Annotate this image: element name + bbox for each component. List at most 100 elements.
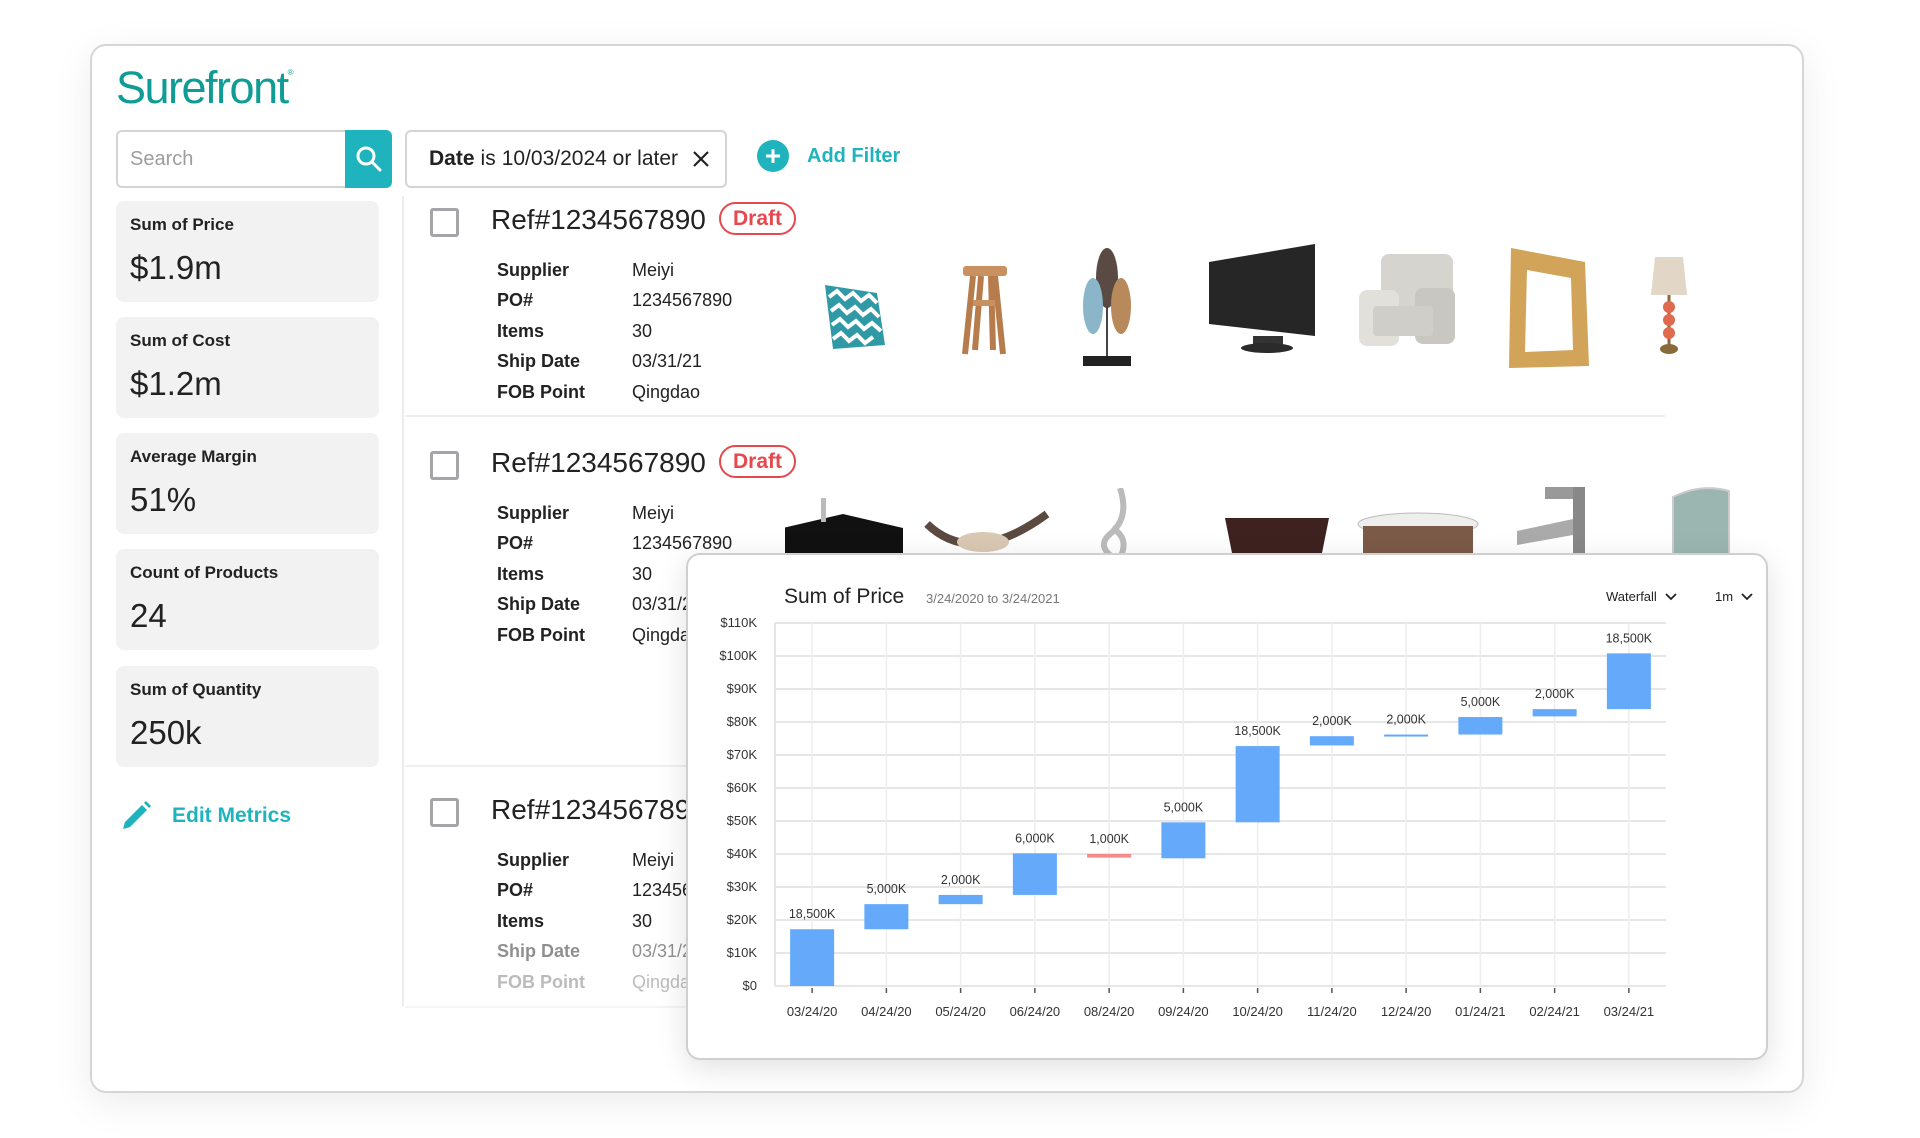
y-tick-label: $50K: [727, 813, 758, 828]
field-label: FOB Point: [497, 971, 585, 992]
x-tick-label: 08/24/20: [1084, 1004, 1135, 1019]
x-tick-label: 06/24/20: [1010, 1004, 1061, 1019]
add-filter-label: Add Filter: [807, 144, 901, 167]
metric-card-sum-of-cost: Sum of Cost $1.2m: [116, 317, 379, 418]
x-tick-label: 03/24/20: [787, 1004, 838, 1019]
waterfall-bar: [938, 894, 983, 905]
bar-value-label: 2,000K: [1386, 713, 1426, 727]
metric-label: Sum of Cost: [130, 331, 231, 350]
sum-of-price-chart-panel: Sum of Price 3/24/2020 to 3/24/2021 Wate…: [686, 553, 1768, 1060]
filter-field: Date: [429, 147, 475, 170]
bar-value-label: 2,000K: [1312, 714, 1352, 728]
y-tick-label: $40K: [727, 846, 758, 861]
field-label: FOB Point: [497, 624, 585, 645]
field-value: 30: [632, 910, 653, 931]
waterfall-bar: [864, 904, 909, 930]
waterfall-bar: [790, 929, 835, 986]
record-checkbox[interactable]: [430, 451, 459, 480]
x-tick-label: 04/24/20: [861, 1004, 912, 1019]
field-label: Supplier: [497, 259, 570, 280]
waterfall-bar: [1309, 736, 1354, 746]
silver-sculpture-image[interactable]: [1090, 488, 1140, 558]
y-tick-label: $20K: [727, 912, 758, 927]
faucet-image[interactable]: [1515, 483, 1599, 558]
field-label: PO#: [497, 533, 534, 554]
metric-value: $1.9m: [130, 249, 222, 286]
remove-filter-button[interactable]: [692, 150, 710, 168]
surefront-logo: Surefront®: [116, 62, 294, 113]
y-tick-label: $30K: [727, 879, 758, 894]
record-ref[interactable]: Ref#1234567890: [491, 204, 706, 236]
record-row[interactable]: Ref#1234567890 Draft Supplier Meiyi PO# 12…: [405, 200, 1765, 420]
product-thumbnails: [785, 240, 1745, 390]
x-tick-label: 02/24/21: [1529, 1004, 1580, 1019]
metric-label: Sum of Price: [130, 215, 234, 234]
edit-metrics-button[interactable]: Edit Metrics: [120, 800, 291, 832]
bar-value-label: 1,000K: [1089, 832, 1129, 846]
field-value: Meiyi: [632, 259, 675, 280]
add-filter-button[interactable]: Add Filter: [757, 140, 900, 172]
field-label: FOB Point: [497, 381, 585, 402]
waterfall-bar: [1532, 709, 1577, 717]
armchair-image[interactable]: [1355, 250, 1459, 350]
search-button[interactable]: [345, 130, 392, 188]
field-label: Items: [497, 563, 545, 584]
record-ref[interactable]: Ref#1234567890: [491, 447, 706, 479]
chevron-pillow-image[interactable]: [815, 275, 895, 355]
lounge-chair-image[interactable]: [923, 508, 1053, 558]
field-value: 30: [632, 563, 653, 584]
y-tick-label: $110K: [720, 615, 757, 630]
search-input[interactable]: [116, 130, 345, 188]
field-value: Qingdao: [632, 381, 701, 402]
field-label: Items: [497, 910, 545, 931]
bar-value-label: 2,000K: [1535, 687, 1575, 701]
shower-enclosure-image[interactable]: [1667, 483, 1735, 558]
black-sink-image[interactable]: [785, 498, 903, 558]
record-ref[interactable]: Ref#1234567890: [491, 794, 706, 826]
x-tick-label: 01/24/21: [1455, 1004, 1506, 1019]
wooden-stool-image[interactable]: [955, 260, 1015, 360]
waterfall-bar: [1458, 717, 1503, 735]
metric-card-count-of-products: Count of Products 24: [116, 549, 379, 650]
metric-value: 24: [130, 597, 167, 634]
metric-label: Average Margin: [130, 447, 257, 466]
x-tick-label: 11/24/20: [1307, 1004, 1357, 1019]
field-value: Meiyi: [632, 849, 675, 870]
bar-value-label: 18,500K: [1234, 724, 1281, 738]
x-tick-label: 05/24/20: [935, 1004, 986, 1019]
row-divider: [405, 415, 1665, 417]
field-label: Ship Date: [497, 351, 581, 372]
y-tick-label: $80K: [727, 714, 758, 729]
field-label: Supplier: [497, 849, 570, 870]
date-filter-chip[interactable]: Date is 10/03/2024 or later: [405, 130, 727, 188]
pencil-icon: [123, 801, 151, 829]
metric-value: 51%: [130, 481, 197, 518]
wooden-mirror-frame-image[interactable]: [1505, 244, 1593, 370]
bar-value-label: 5,000K: [1164, 800, 1204, 814]
field-label: Supplier: [497, 502, 570, 523]
filter-value: 10/03/2024 or later: [501, 147, 678, 170]
field-label: PO#: [497, 290, 534, 311]
table-lamp-image[interactable]: [1647, 255, 1691, 355]
metric-card-sum-of-price: Sum of Price $1.9m: [116, 201, 379, 302]
record-checkbox[interactable]: [430, 798, 459, 827]
hot-tub-image[interactable]: [1357, 512, 1479, 558]
wooden-tub-image[interactable]: [1225, 514, 1329, 558]
waterfall-bar: [1384, 734, 1429, 737]
bar-value-label: 18,500K: [789, 907, 836, 921]
status-badge: Draft: [719, 445, 797, 478]
field-value: 30: [632, 320, 653, 341]
plus-circle-icon: [757, 140, 789, 172]
leaf-sculpture-image[interactable]: [1077, 246, 1137, 368]
metric-label: Count of Products: [130, 563, 279, 582]
television-image[interactable]: [1205, 242, 1321, 360]
waterfall-bar: [1087, 854, 1132, 858]
metric-card-average-margin: Average Margin 51%: [116, 433, 379, 534]
field-value: 1234567890: [632, 290, 733, 311]
record-checkbox[interactable]: [430, 208, 459, 237]
x-tick-label: 12/24/20: [1381, 1004, 1432, 1019]
bar-value-label: 6,000K: [1015, 831, 1055, 845]
x-tick-label: 10/24/20: [1232, 1004, 1283, 1019]
product-thumbnails: [785, 483, 1745, 558]
bar-value-label: 5,000K: [1461, 695, 1501, 709]
